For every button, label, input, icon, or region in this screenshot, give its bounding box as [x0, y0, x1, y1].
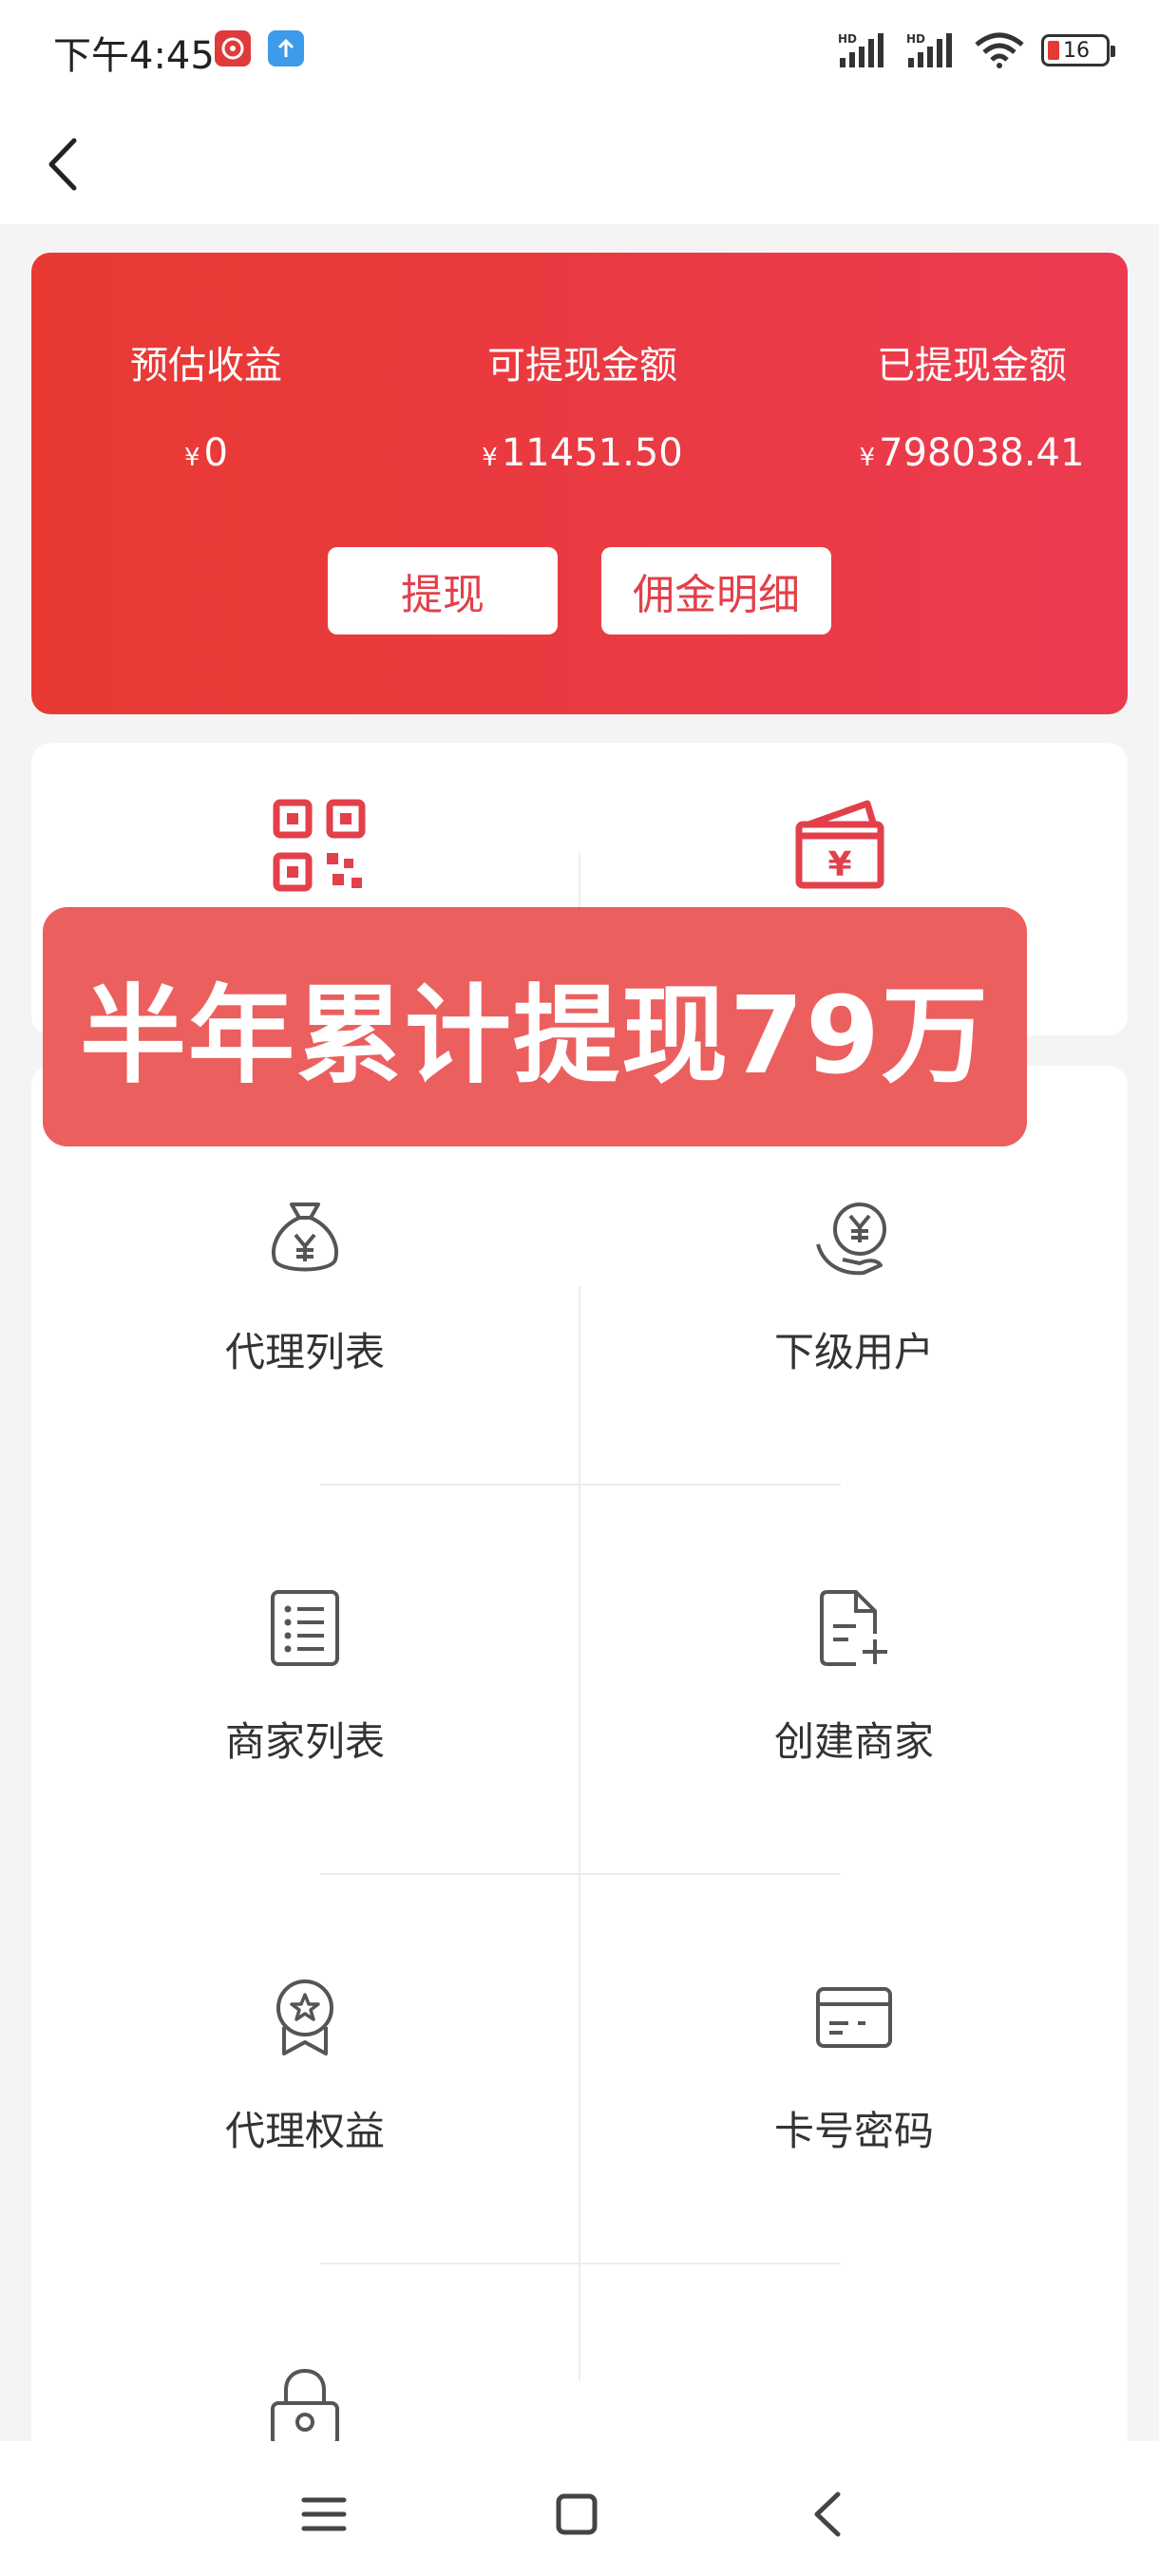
stat-amount: 0 — [203, 431, 228, 475]
square-icon — [556, 2493, 598, 2535]
currency-symbol: ¥ — [482, 444, 498, 472]
withdrawn-amount: 已提现金额 ¥798038.41 — [829, 334, 1114, 475]
status-time: 下午4:45 — [53, 34, 215, 78]
menu-icon — [301, 2497, 347, 2531]
badge-star-icon — [276, 1979, 333, 2055]
battery-icon: 16 — [1041, 34, 1115, 66]
upload-arrow-icon — [268, 30, 304, 66]
menu-button[interactable] — [291, 2481, 357, 2548]
menu-label: 创建商家 — [773, 1718, 934, 1765]
menu-label: 代理权益 — [224, 2108, 385, 2154]
hd-signal-icon: HD — [838, 32, 884, 67]
currency-symbol: ¥ — [859, 444, 876, 472]
status-indicators: HD HD 16 — [836, 28, 1115, 72]
svg-text:¥: ¥ — [827, 845, 851, 884]
document-add-icon — [820, 1590, 887, 1666]
menu-item-agent-benefits[interactable]: 代理权益 — [39, 1845, 571, 2154]
menu-item-card-password[interactable]: 卡号密码 — [588, 1845, 1120, 2154]
hd-signal-icon: HD — [906, 32, 952, 67]
back-nav-button[interactable] — [796, 2481, 863, 2548]
stat-value: ¥0 — [92, 431, 320, 475]
stat-value: ¥798038.41 — [829, 431, 1114, 475]
chevron-left-icon — [48, 138, 77, 191]
commission-detail-button[interactable]: 佣金明细 — [601, 547, 831, 635]
battery-level: 16 — [1063, 38, 1090, 63]
money-bag-icon — [272, 1203, 338, 1272]
nav-header — [0, 101, 1159, 224]
home-button[interactable] — [543, 2481, 610, 2548]
stat-amount: 11451.50 — [501, 431, 683, 475]
divider — [579, 1286, 580, 2380]
menu-item-merchant-list[interactable]: 商家列表 — [39, 1455, 571, 1765]
back-button[interactable] — [38, 131, 91, 198]
currency-symbol: ¥ — [184, 444, 200, 472]
menu-label: 代理列表 — [224, 1329, 385, 1375]
withdrawable-amount: 可提现金额 ¥11451.50 — [440, 334, 725, 475]
stat-label: 已提现金额 — [877, 344, 1067, 388]
system-nav-bar — [0, 2441, 1159, 2576]
chevron-left-icon — [814, 2491, 841, 2537]
stat-label: 可提现金额 — [487, 344, 677, 388]
menu-label: 卡号密码 — [773, 2108, 934, 2154]
card-icon — [816, 1987, 892, 2048]
yen-hand-icon — [816, 1203, 886, 1276]
stat-label: 预估收益 — [130, 344, 282, 388]
lock-icon — [271, 2368, 339, 2447]
svg-text:HD: HD — [906, 32, 925, 46]
status-bar: 下午4:45 HD HD 16 — [0, 0, 1159, 101]
red-app-icon — [215, 30, 251, 66]
withdraw-button[interactable]: 提现 — [328, 547, 558, 635]
qr-code-icon[interactable] — [272, 798, 367, 893]
earnings-card: 预估收益 ¥0 可提现金额 ¥11451.50 已提现金额 ¥798038.41… — [31, 253, 1128, 714]
menu-label: 下级用户 — [773, 1329, 934, 1375]
menu-item-create-merchant[interactable]: 创建商家 — [588, 1455, 1120, 1765]
promo-banner: 半年累计提现79万 — [43, 907, 1027, 1146]
estimated-earnings: 预估收益 ¥0 — [92, 334, 320, 475]
menu-grid-card: 代理列表 下级用户 商家列表 创建商家 代理权益 卡号密码 — [31, 1066, 1128, 2491]
wallet-yen-icon[interactable]: ¥ — [791, 798, 886, 893]
list-icon — [271, 1590, 339, 1666]
stat-amount: 798038.41 — [879, 431, 1085, 475]
stat-value: ¥11451.50 — [440, 431, 725, 475]
menu-label: 商家列表 — [224, 1718, 385, 1765]
svg-text:HD: HD — [838, 32, 857, 46]
wifi-icon — [975, 32, 1024, 68]
